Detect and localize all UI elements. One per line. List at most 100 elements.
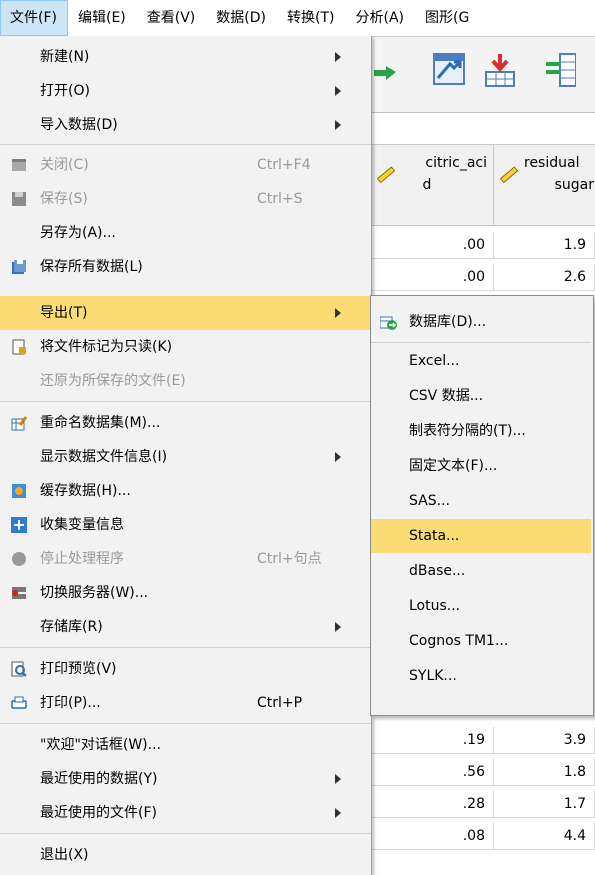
goto-variable-icon[interactable] bbox=[482, 52, 518, 88]
menu-item-shortcut: Ctrl+P bbox=[257, 695, 303, 711]
goto-case-icon[interactable] bbox=[432, 52, 468, 88]
column-header-label: residual bbox=[524, 155, 580, 171]
submenu-item-cognos-tm1[interactable]: Cognos TM1... bbox=[371, 624, 591, 658]
menu-item-label: 保存所有数据(L) bbox=[40, 259, 143, 275]
table-cell[interactable]: 2.6 bbox=[494, 264, 595, 291]
submenu-item-sas[interactable]: SAS... bbox=[371, 484, 591, 518]
menu-item-welcome-dialog[interactable]: "欢迎"对话框(W)... bbox=[0, 728, 371, 762]
column-header-citric-acid[interactable]: citric_aci d bbox=[370, 144, 494, 226]
menu-item-save-as[interactable]: 另存为(A)... bbox=[0, 216, 371, 250]
menu-file[interactable]: 文件(F) bbox=[0, 0, 68, 36]
menu-item-label: 将文件标记为只读(K) bbox=[40, 339, 173, 355]
submenu-item-excel[interactable]: Excel... bbox=[371, 344, 591, 378]
table-cell[interactable]: .56 bbox=[370, 759, 494, 786]
submenu-item-fixed-text[interactable]: 固定文本(F)... bbox=[371, 449, 591, 483]
submenu-item-label: 制表符分隔的(T)... bbox=[409, 423, 526, 439]
submenu-item-label: CSV 数据... bbox=[409, 388, 484, 404]
menu-item-label: 缓存数据(H)... bbox=[40, 483, 131, 499]
submenu-arrow-icon bbox=[335, 308, 341, 318]
menu-item-label: 存储库(R) bbox=[40, 619, 103, 635]
database-icon bbox=[380, 316, 397, 330]
menu-item-recent-files[interactable]: 最近使用的文件(F) bbox=[0, 796, 371, 830]
column-header-label: d bbox=[422, 177, 432, 193]
table-cell[interactable]: 1.7 bbox=[494, 791, 595, 818]
submenu-item-dbase[interactable]: dBase... bbox=[371, 554, 591, 588]
menu-item-rename-dataset[interactable]: 重命名数据集(M)... bbox=[0, 406, 371, 440]
table-cell[interactable]: 4.4 bbox=[494, 823, 595, 850]
save-all-icon bbox=[12, 260, 26, 274]
menu-view[interactable]: 查看(V) bbox=[137, 0, 207, 36]
menu-edit[interactable]: 编辑(E) bbox=[68, 0, 137, 36]
table-cell[interactable]: .19 bbox=[370, 727, 494, 754]
menu-item-label: 打开(O) bbox=[40, 83, 90, 99]
submenu-item-label: Excel... bbox=[409, 353, 460, 369]
menu-transform[interactable]: 转换(T) bbox=[277, 0, 345, 36]
menu-item-label: 还原为所保存的文件(E) bbox=[40, 373, 186, 389]
table-cell[interactable]: .00 bbox=[370, 232, 494, 259]
menu-item-label: 新建(N) bbox=[40, 49, 90, 65]
menu-separator bbox=[0, 144, 371, 145]
menu-item-exit[interactable]: 退出(X) bbox=[0, 838, 371, 872]
submenu-item-label: SAS... bbox=[409, 493, 450, 509]
column-header-residual-sugar[interactable]: residual sugar bbox=[493, 144, 595, 226]
toolbar bbox=[370, 37, 595, 112]
menu-item-export[interactable]: 导出(T) bbox=[0, 296, 371, 330]
table-cell[interactable]: .08 bbox=[370, 823, 494, 850]
submenu-item-sylk[interactable]: SYLK... bbox=[371, 659, 591, 693]
menu-item-recent-data[interactable]: 最近使用的数据(Y) bbox=[0, 762, 371, 796]
menu-item-mark-read-only[interactable]: 将文件标记为只读(K) bbox=[0, 330, 371, 364]
submenu-item-database[interactable]: 数据库(D)... bbox=[371, 305, 591, 339]
submenu-item-label: Stata... bbox=[409, 528, 460, 544]
menu-item-display-file-info[interactable]: 显示数据文件信息(I) bbox=[0, 440, 371, 474]
menu-item-new[interactable]: 新建(N) bbox=[0, 40, 371, 74]
ruler-icon bbox=[376, 166, 395, 184]
table-cell[interactable]: 3.9 bbox=[494, 727, 595, 754]
menu-item-print-preview[interactable]: 打印预览(V) bbox=[0, 652, 371, 686]
file-menu: 新建(N) 打开(O) 导入数据(D) 关闭(C) Ctrl+F4 保存(S) … bbox=[0, 36, 372, 875]
menu-separator bbox=[0, 833, 371, 834]
submenu-arrow-icon bbox=[335, 52, 341, 62]
redo-icon[interactable] bbox=[372, 52, 396, 88]
submenu-arrow-icon bbox=[335, 452, 341, 462]
menu-item-save-all-data[interactable]: 保存所有数据(L) bbox=[0, 250, 371, 284]
menu-item-print[interactable]: 打印(P)... Ctrl+P bbox=[0, 686, 371, 720]
menu-item-label: 最近使用的文件(F) bbox=[40, 805, 157, 821]
menu-separator bbox=[371, 342, 591, 343]
menu-item-shortcut: Ctrl+S bbox=[257, 191, 303, 207]
export-submenu: 数据库(D)... Excel... CSV 数据... 制表符分隔的(T)..… bbox=[370, 295, 594, 716]
cache-icon bbox=[12, 484, 26, 498]
submenu-arrow-icon bbox=[335, 774, 341, 784]
menu-item-label: 最近使用的数据(Y) bbox=[40, 771, 158, 787]
menu-separator bbox=[0, 647, 371, 648]
menu-item-import-data[interactable]: 导入数据(D) bbox=[0, 108, 371, 142]
column-header-label: sugar bbox=[554, 177, 594, 193]
column-header-label: citric_aci bbox=[425, 155, 487, 171]
submenu-item-lotus[interactable]: Lotus... bbox=[371, 589, 591, 623]
menu-graphs[interactable]: 图形(G bbox=[415, 0, 480, 36]
menu-item-cache-data[interactable]: 缓存数据(H)... bbox=[0, 474, 371, 508]
variables-icon[interactable] bbox=[546, 52, 576, 88]
submenu-item-tab-delimited[interactable]: 制表符分隔的(T)... bbox=[371, 414, 591, 448]
menu-item-save: 保存(S) Ctrl+S bbox=[0, 182, 371, 216]
menu-item-switch-server[interactable]: 切换服务器(W)... bbox=[0, 576, 371, 610]
menu-item-open[interactable]: 打开(O) bbox=[0, 74, 371, 108]
submenu-item-csv[interactable]: CSV 数据... bbox=[371, 379, 591, 413]
menu-analyze[interactable]: 分析(A) bbox=[345, 0, 415, 36]
table-cell[interactable]: 1.9 bbox=[494, 232, 595, 259]
menu-item-repository[interactable]: 存储库(R) bbox=[0, 610, 371, 644]
submenu-item-stata[interactable]: Stata... bbox=[371, 519, 591, 553]
cell-editor[interactable] bbox=[370, 112, 595, 144]
close-window-icon bbox=[12, 159, 26, 171]
menu-item-label: 重命名数据集(M)... bbox=[40, 415, 161, 431]
menu-data[interactable]: 数据(D) bbox=[206, 0, 277, 36]
menu-item-label: 切换服务器(W)... bbox=[40, 585, 149, 601]
table-cell[interactable]: .00 bbox=[370, 264, 494, 291]
table-cell[interactable]: .28 bbox=[370, 791, 494, 818]
menu-item-collect-variable-info[interactable]: 收集变量信息 bbox=[0, 508, 371, 542]
menu-item-label: 另存为(A)... bbox=[40, 225, 116, 241]
menu-item-label: 停止处理程序 bbox=[40, 551, 124, 567]
submenu-item-label: 数据库(D)... bbox=[409, 314, 487, 330]
menu-separator bbox=[0, 723, 371, 724]
table-cell[interactable]: 1.8 bbox=[494, 759, 595, 786]
menu-item-label: 显示数据文件信息(I) bbox=[40, 449, 168, 465]
